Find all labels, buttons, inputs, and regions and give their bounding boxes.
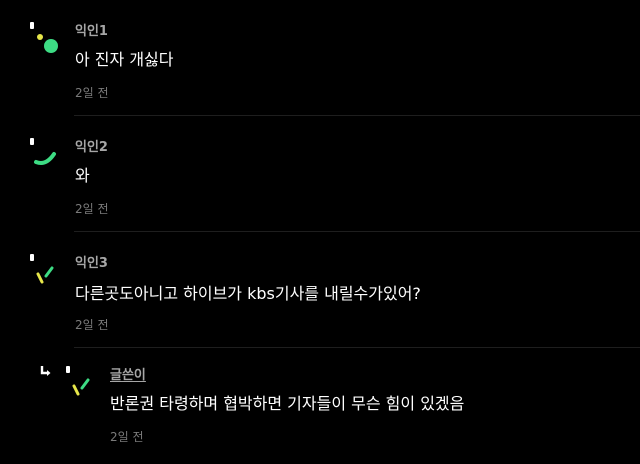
comment-text: 아 진자 개싫다 [75,50,174,69]
op-author[interactable]: 글쓴이 [110,368,146,384]
reply-arrow-icon [38,364,54,380]
reply-text: 반론권 타령하며 협박하면 기자들이 무슨 힘이 있겠음 [110,394,465,413]
comment-author[interactable]: 익인1 [75,24,108,40]
arc-avatar-icon[interactable] [26,136,62,172]
dots-avatar-icon[interactable] [26,20,62,56]
comment-text: 와 [75,166,90,185]
comment-text: 다른곳도아니고 하이브가 kbs기사를 내릴수가있어? [75,284,421,303]
comment-item: 익인1 아 진자 개싫다 2일 전 [0,0,640,116]
comment-time: 2일 전 [75,318,109,332]
reply-item: 글쓴이 반론권 타령하며 협박하면 기자들이 무슨 힘이 있겠음 2일 전 [0,348,640,464]
comment-item: 익인3 다른곳도아니고 하이브가 kbs기사를 내릴수가있어? 2일 전 [0,232,640,348]
comment-author[interactable]: 익인2 [75,140,108,156]
slash-avatar-icon[interactable] [62,364,98,400]
slash-avatar-icon[interactable] [26,252,62,288]
reply-time: 2일 전 [110,430,144,444]
comment-author[interactable]: 익인3 [75,256,108,272]
comment-time: 2일 전 [75,202,109,216]
comment-time: 2일 전 [75,86,109,100]
comment-item: 익인2 와 2일 전 [0,116,640,232]
